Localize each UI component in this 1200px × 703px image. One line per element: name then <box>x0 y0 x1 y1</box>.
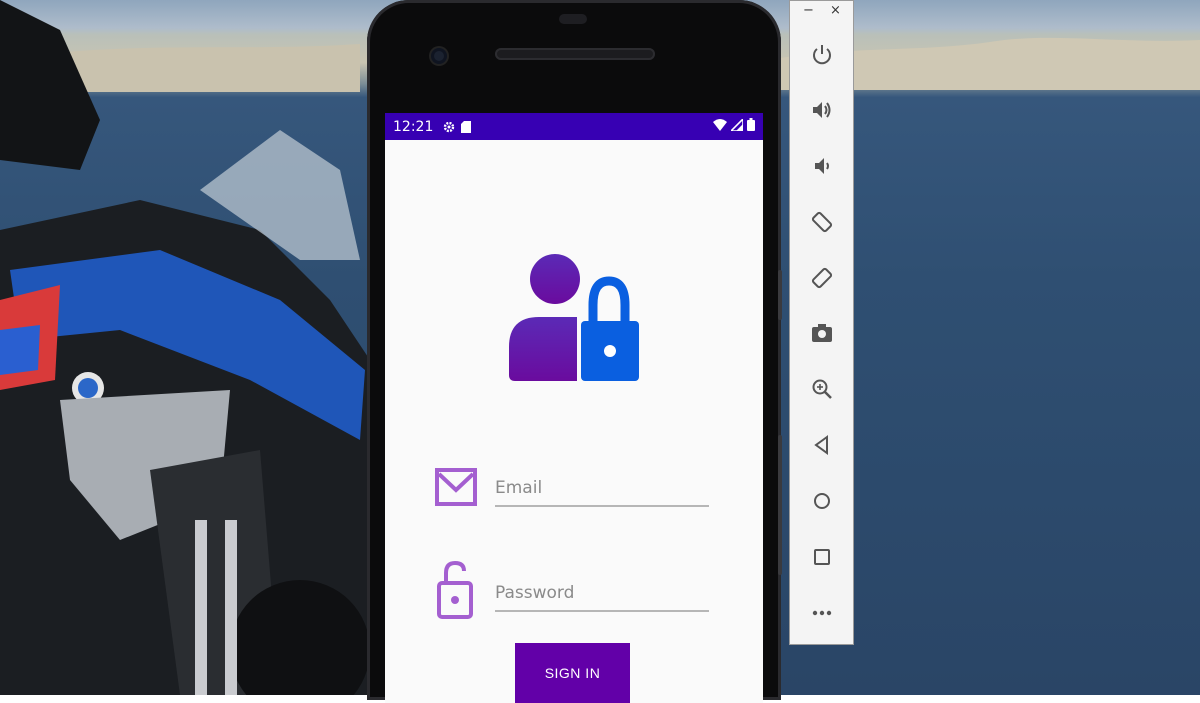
app-screen: 12:21 Email SIGN IN <box>385 113 763 703</box>
motorcycle-image <box>0 0 370 695</box>
minimize-button[interactable]: − <box>803 3 814 18</box>
home-icon[interactable] <box>807 486 837 516</box>
overview-icon[interactable] <box>807 542 837 572</box>
power-icon[interactable] <box>807 39 837 69</box>
earpiece <box>559 14 587 24</box>
password-input[interactable] <box>495 578 709 612</box>
status-bar: 12:21 <box>385 113 763 140</box>
phone-side-button <box>778 270 782 320</box>
phone-emulator-frame: 12:21 Email SIGN IN <box>367 0 782 703</box>
gear-icon <box>443 121 455 133</box>
back-icon[interactable] <box>807 430 837 460</box>
sd-card-icon <box>461 120 472 133</box>
rotate-left-icon[interactable] <box>807 207 837 237</box>
status-time: 12:21 <box>393 118 434 135</box>
signal-icon <box>729 116 744 135</box>
email-input[interactable] <box>495 473 709 507</box>
close-button[interactable]: × <box>830 3 841 18</box>
phone-volume-button <box>778 435 782 575</box>
emulator-toolbar: − × <box>789 0 854 645</box>
volume-down-icon[interactable] <box>807 151 837 181</box>
front-camera <box>431 48 447 64</box>
email-icon <box>435 468 477 506</box>
padlock-icon <box>437 560 473 619</box>
camera-icon[interactable] <box>807 318 837 348</box>
more-icon[interactable] <box>807 598 837 628</box>
zoom-icon[interactable] <box>807 374 837 404</box>
wifi-icon <box>713 118 727 135</box>
user-lock-logo <box>509 254 639 381</box>
sign-in-button[interactable]: SIGN IN <box>515 643 630 703</box>
battery-icon <box>747 118 755 135</box>
speaker-grille <box>495 48 655 60</box>
rotate-right-icon[interactable] <box>807 263 837 293</box>
volume-up-icon[interactable] <box>807 95 837 125</box>
